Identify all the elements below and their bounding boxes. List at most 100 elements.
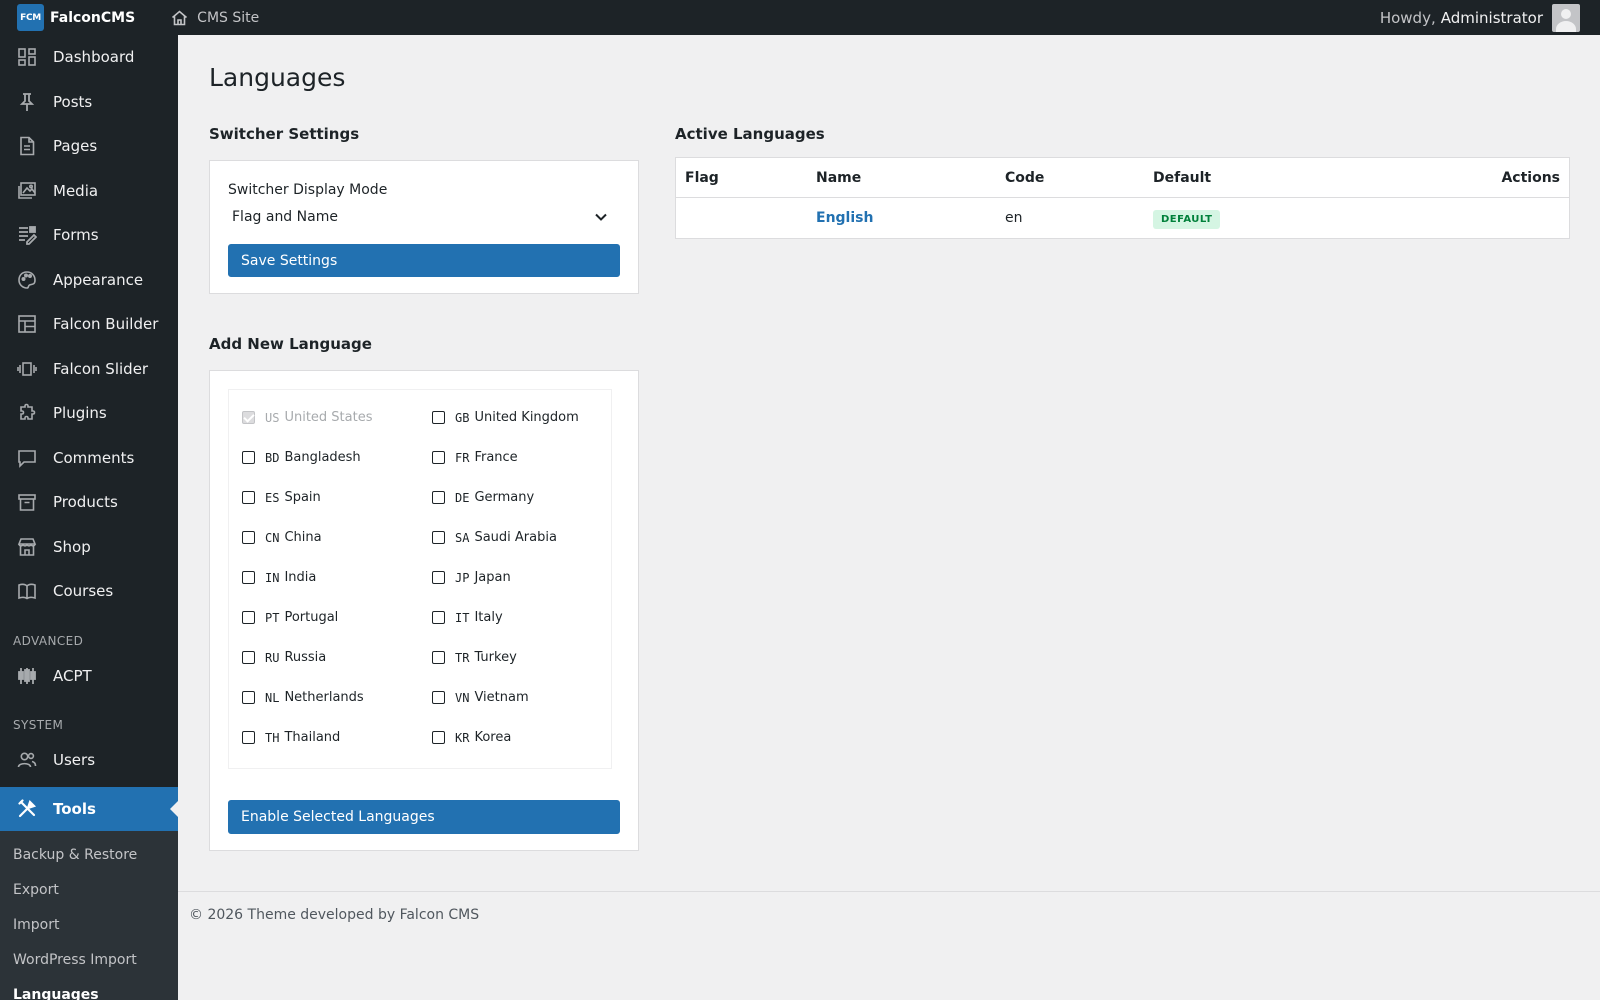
language-name: Russia (284, 649, 327, 665)
checkbox[interactable] (432, 650, 445, 664)
sidebar-item-shop[interactable]: Shop (0, 525, 178, 570)
language-option-tr[interactable]: TR Turkey (432, 648, 602, 666)
sidebar-item-label: Pages (53, 137, 98, 156)
language-name: France (474, 449, 518, 465)
language-option-it[interactable]: IT Italy (432, 608, 602, 626)
checkbox[interactable] (432, 690, 445, 704)
footer-text: © 2026 Theme developed by Falcon CMS (189, 907, 480, 923)
sidebar-item-posts[interactable]: Posts (0, 80, 178, 125)
checkbox[interactable] (432, 410, 445, 424)
language-option-es[interactable]: ES Spain (242, 488, 432, 506)
checkbox[interactable] (242, 610, 255, 624)
checkbox[interactable] (242, 570, 255, 584)
equalizer-icon (17, 666, 37, 686)
submenu-item-backup-restore[interactable]: Backup & Restore (0, 837, 178, 872)
language-option-vn[interactable]: VN Vietnam (432, 688, 602, 706)
checkbox[interactable] (432, 610, 445, 624)
language-option-bd[interactable]: BD Bangladesh (242, 448, 432, 466)
sidebar-item-label: Falcon Builder (53, 315, 159, 334)
language-name: China (284, 529, 322, 545)
language-code: DE (455, 491, 470, 505)
language-option-kr[interactable]: KR Korea (432, 728, 602, 746)
sidebar-item-acpt[interactable]: ACPT (0, 654, 178, 699)
sidebar-item-label: ACPT (53, 666, 92, 685)
sidebar-item-comments[interactable]: Comments (0, 436, 178, 481)
admin-top-bar: FCM FalconCMS CMS Site Howdy, Administra… (0, 0, 1600, 35)
submenu-item-wordpress-import[interactable]: WordPress Import (0, 942, 178, 977)
language-option-in[interactable]: IN India (242, 568, 432, 586)
checkbox[interactable] (432, 570, 445, 584)
language-option-br[interactable]: BRBrazil (242, 768, 432, 769)
language-code: IT (455, 611, 470, 625)
checkbox[interactable] (432, 490, 445, 504)
section-label-system: SYSTEM (13, 718, 64, 732)
submenu-item-languages[interactable]: Languages (0, 977, 178, 1000)
language-code: SA (455, 531, 470, 545)
sidebar-item-appearance[interactable]: Appearance (0, 258, 178, 303)
switcher-mode-label: Switcher Display Mode (228, 182, 388, 198)
submenu-item-export[interactable]: Export (0, 872, 178, 907)
main-content: Languages Switcher Settings Switcher Dis… (178, 35, 1600, 1000)
sidebar-item-pages[interactable]: Pages (0, 124, 178, 169)
checkbox[interactable] (432, 730, 445, 744)
page-icon (17, 136, 37, 156)
language-option-sa[interactable]: SA Saudi Arabia (432, 528, 602, 546)
checkbox[interactable] (432, 450, 445, 464)
sidebar-item-label: Media (53, 181, 99, 200)
language-options-list[interactable]: US United States GB United Kingdom BD Banglad… (228, 389, 612, 769)
language-code: IN (265, 571, 280, 585)
sidebar-item-falcon-slider[interactable]: Falcon Slider (0, 347, 178, 392)
brand-logo-icon: FCM (17, 4, 44, 31)
column-header-flag: Flag (685, 169, 719, 186)
checkbox[interactable] (432, 530, 445, 544)
language-code: PT (265, 611, 280, 625)
sidebar-item-label: Comments (53, 448, 135, 467)
sidebar-item-plugins[interactable]: Plugins (0, 391, 178, 436)
sidebar-item-users[interactable]: Users (0, 738, 178, 783)
sidebar-item-label: Plugins (53, 404, 107, 423)
sidebar-item-dashboard[interactable]: Dashboard (0, 35, 178, 80)
sidebar-item-courses[interactable]: Courses (0, 569, 178, 614)
language-code: US (265, 411, 280, 425)
brand-link[interactable]: FCM FalconCMS (0, 0, 135, 35)
language-name: United Kingdom (474, 409, 579, 425)
language-option-ru[interactable]: RU Russia (242, 648, 432, 666)
sidebar-item-forms[interactable]: Forms (0, 213, 178, 258)
language-option-pt[interactable]: PT Portugal (242, 608, 432, 626)
checkbox[interactable] (242, 450, 255, 464)
checkbox[interactable] (242, 650, 255, 664)
avatar (1552, 3, 1580, 32)
user-menu[interactable]: Howdy, Administrator (1380, 0, 1580, 35)
language-name-link[interactable]: English (816, 210, 873, 226)
site-link[interactable]: CMS Site (171, 10, 259, 26)
palette-icon (17, 270, 37, 290)
switcher-mode-select[interactable]: Flag and Name (228, 204, 612, 230)
save-settings-button[interactable]: Save Settings (228, 244, 620, 277)
sidebar-item-falcon-builder[interactable]: Falcon Builder (0, 302, 178, 347)
active-languages-title: Active Languages (675, 125, 825, 143)
sidebar-item-products[interactable]: Products (0, 480, 178, 525)
language-option-nl[interactable]: NL Netherlands (242, 688, 432, 706)
language-option-cn[interactable]: CN China (242, 528, 432, 546)
sidebar-item-tools[interactable]: Tools (0, 786, 178, 831)
language-option-jp[interactable]: JP Japan (432, 568, 602, 586)
checkbox[interactable] (242, 530, 255, 544)
media-icon (17, 181, 37, 201)
checkbox[interactable] (242, 490, 255, 504)
language-option-fr[interactable]: FR France (432, 448, 602, 466)
submenu-item-import[interactable]: Import (0, 907, 178, 942)
tools-icon (17, 799, 37, 819)
checkbox[interactable] (242, 690, 255, 704)
sidebar-item-label: Posts (53, 92, 93, 111)
sidebar-item-media[interactable]: Media (0, 169, 178, 214)
book-icon (17, 581, 37, 601)
language-option-gb[interactable]: GB United Kingdom (432, 408, 602, 426)
checkbox[interactable] (242, 730, 255, 744)
page-title: Languages (209, 63, 346, 92)
language-code: GB (455, 411, 470, 425)
language-option-de[interactable]: DE Germany (432, 488, 602, 506)
column-header-code: Code (1005, 169, 1045, 186)
layout-icon (17, 314, 37, 334)
language-option-th[interactable]: TH Thailand (242, 728, 432, 746)
enable-languages-button[interactable]: Enable Selected Languages (228, 800, 620, 834)
